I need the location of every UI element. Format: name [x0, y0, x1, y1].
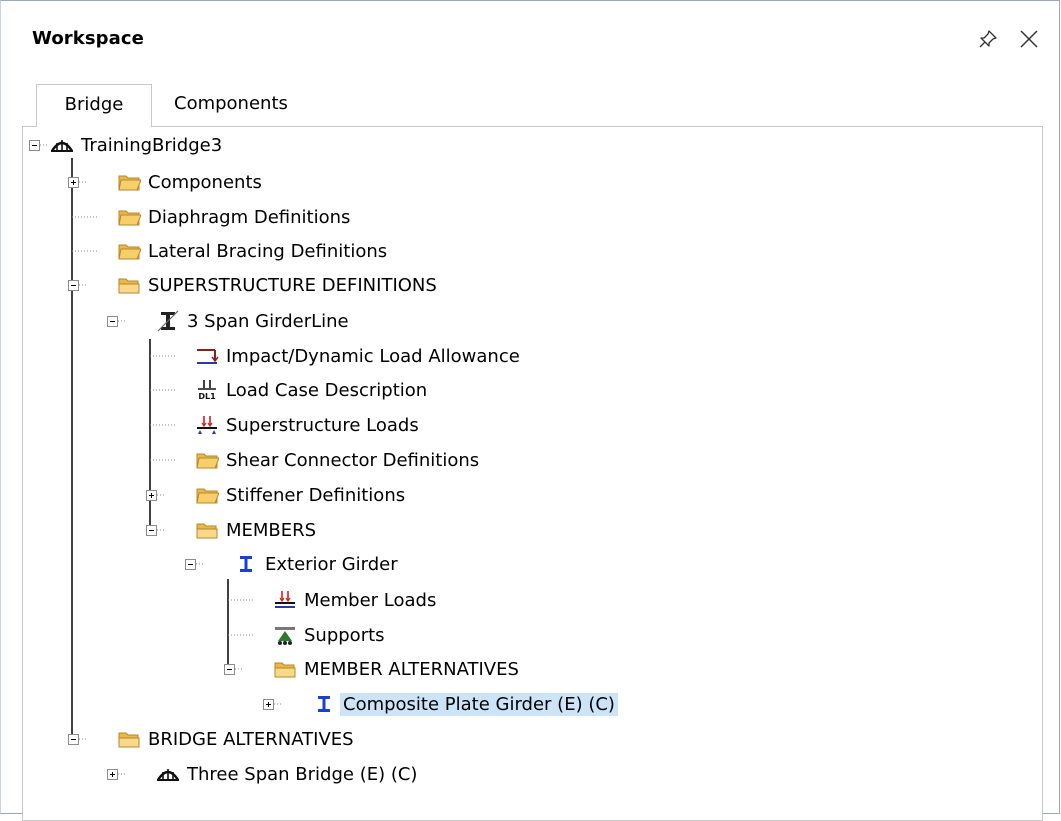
bridge-icon	[50, 140, 74, 152]
tree-node-members[interactable]: MEMBERS	[195, 513, 319, 547]
folder-open-icon	[196, 523, 218, 539]
folder-open-icon	[274, 662, 296, 678]
tree-node-composite-plate-girder[interactable]: Composite Plate Girder (E) (C)	[312, 687, 618, 721]
tree-collapse-toggle[interactable]	[146, 525, 157, 536]
tree-label: Components	[148, 171, 262, 193]
tree-node-load-case-description[interactable]: DL1 Load Case Description	[195, 373, 430, 407]
folder-icon	[196, 488, 219, 504]
tree-label: Load Case Description	[226, 379, 428, 401]
folder-open-icon	[118, 278, 140, 294]
workspace-window: Workspace Bridge Components TrainingBrid…	[0, 0, 1060, 821]
tree-node-bridge-alternatives[interactable]: BRIDGE ALTERNATIVES	[117, 722, 357, 756]
tree-collapse-toggle[interactable]	[68, 734, 79, 745]
tree-expand-toggle[interactable]	[146, 490, 157, 501]
tree-label: 3 Span GirderLine	[187, 310, 349, 332]
tree-expand-toggle[interactable]	[68, 177, 79, 188]
tree-node-exterior-girder[interactable]: Exterior Girder	[234, 547, 401, 581]
tab-components[interactable]: Components	[174, 84, 288, 124]
tree-label: Shear Connector Definitions	[226, 449, 480, 471]
girderline-icon	[157, 310, 179, 332]
tree-label: SUPERSTRUCTURE DEFINITIONS	[148, 274, 437, 296]
tree-label: Impact/Dynamic Load Allowance	[226, 345, 520, 367]
load-case-icon: DL1	[198, 380, 216, 401]
bridge-icon	[156, 769, 180, 781]
tree-label: MEMBERS	[226, 519, 317, 541]
tree-expand-toggle[interactable]	[263, 699, 274, 710]
tree-node-diaphragm-definitions[interactable]: Diaphragm Definitions	[117, 200, 353, 234]
close-icon[interactable]	[1018, 28, 1040, 50]
supports-icon	[275, 627, 295, 645]
tree-collapse-toggle[interactable]	[29, 140, 40, 151]
tree-node-member-alternatives[interactable]: MEMBER ALTERNATIVES	[273, 652, 522, 686]
tree-label: Three Span Bridge (E) (C)	[187, 763, 418, 785]
folder-icon	[118, 244, 141, 260]
tree-collapse-toggle[interactable]	[224, 664, 235, 675]
bridge-tree: TrainingBridge3 Components Diaphragm Def…	[22, 126, 1043, 821]
folder-icon	[118, 210, 141, 226]
tree-collapse-toggle[interactable]	[107, 316, 118, 327]
tree-label: Exterior Girder	[265, 553, 398, 575]
window-title: Workspace	[32, 28, 144, 49]
pin-icon[interactable]	[978, 29, 998, 49]
tree-collapse-toggle[interactable]	[185, 559, 196, 570]
tree-node-root[interactable]: TrainingBridge3	[50, 128, 225, 162]
tree-expand-toggle[interactable]	[107, 769, 118, 780]
tree-node-impact-allowance[interactable]: Impact/Dynamic Load Allowance	[195, 339, 523, 373]
tree-label: TrainingBridge3	[81, 134, 223, 156]
tree-node-stiffener-definitions[interactable]: Stiffener Definitions	[195, 478, 408, 512]
tree-node-superstructure-definitions[interactable]: SUPERSTRUCTURE DEFINITIONS	[117, 268, 440, 302]
tree-label: Superstructure Loads	[226, 414, 419, 436]
tree-node-lateral-bracing-definitions[interactable]: Lateral Bracing Definitions	[117, 234, 390, 268]
folder-icon	[196, 453, 219, 469]
i-beam-icon	[240, 556, 252, 572]
impact-load-icon	[197, 349, 219, 364]
tree-label: Stiffener Definitions	[226, 484, 406, 506]
loads-icon	[197, 416, 217, 434]
tree-label: Supports	[304, 624, 385, 646]
tree-node-superstructure-loads[interactable]: Superstructure Loads	[195, 408, 422, 442]
folder-open-icon	[118, 732, 140, 748]
tree-label: BRIDGE ALTERNATIVES	[148, 728, 354, 750]
svg-text:DL1: DL1	[198, 392, 216, 401]
i-beam-icon	[318, 696, 330, 712]
tree-node-member-loads[interactable]: Member Loads	[273, 583, 439, 617]
tree-node-girderline[interactable]: 3 Span GirderLine	[156, 304, 352, 338]
folder-icon	[118, 175, 141, 191]
tree-collapse-toggle[interactable]	[68, 280, 79, 291]
loads-icon	[275, 591, 295, 608]
tree-label: MEMBER ALTERNATIVES	[304, 658, 519, 680]
title-bar: Workspace	[1, 1, 1059, 77]
tree-label: Lateral Bracing Definitions	[148, 240, 388, 262]
tree-label: Diaphragm Definitions	[148, 206, 351, 228]
tree-node-three-span-bridge[interactable]: Three Span Bridge (E) (C)	[156, 757, 420, 791]
tab-bridge[interactable]: Bridge	[36, 84, 152, 127]
tree-node-components[interactable]: Components	[117, 165, 265, 199]
tree-node-supports[interactable]: Supports	[273, 618, 388, 652]
tree-node-shear-connector-definitions[interactable]: Shear Connector Definitions	[195, 443, 482, 477]
tree-label: Composite Plate Girder (E) (C)	[340, 692, 618, 716]
tree-label: Member Loads	[304, 589, 437, 611]
